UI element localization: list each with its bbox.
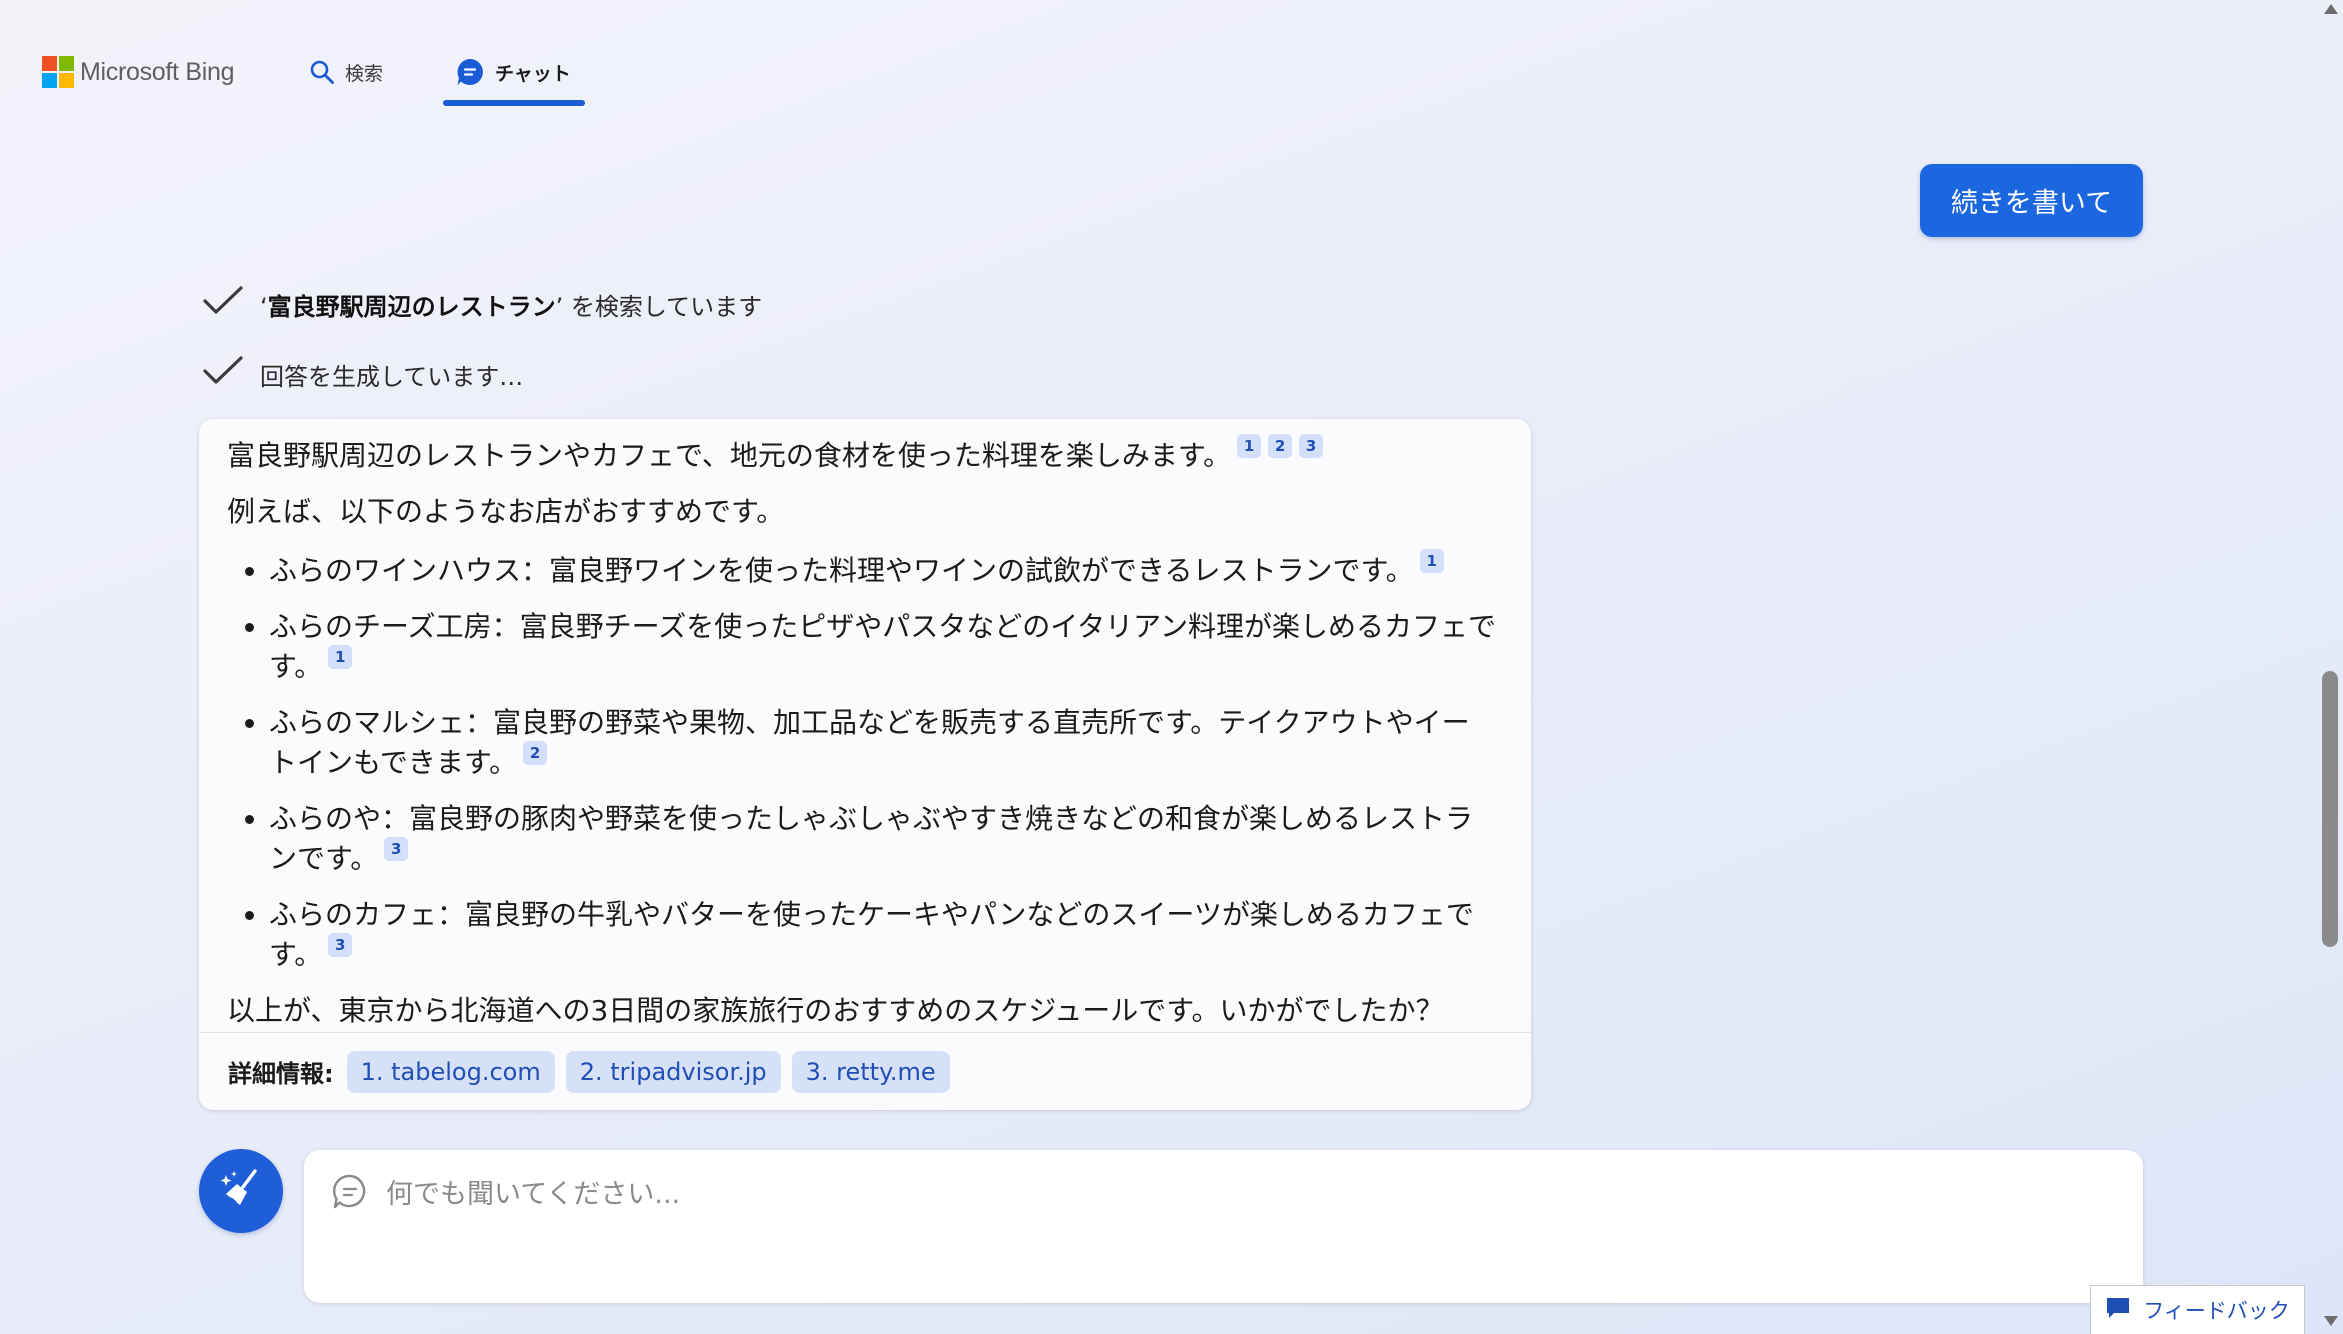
answer-body: 富良野駅周辺のレストランやカフェで、地元の食材を使った料理を楽しみます。 1 2 3 …: [199, 419, 1531, 1029]
answer-closing: 以上が、東京から北海道への3日間の家族旅行のおすすめのスケジュールです。いかがで…: [227, 994, 1444, 1027]
status-generating: 回答を生成しています…: [202, 355, 523, 393]
answer-intro: 富良野駅周辺のレストランやカフェで、地元の食材を使った料理を楽しみます。 1 2 3: [227, 434, 1497, 474]
status-generating-text: 回答を生成しています…: [260, 362, 524, 391]
checkmark-icon: [202, 285, 244, 323]
citation-badge[interactable]: 1: [328, 645, 353, 669]
recommendation-list: ふらのワインハウス：富良野ワインを使った料理やワインの試飲ができるレストランです…: [227, 549, 1497, 973]
list-item-text: ふらのカフェ：富良野の牛乳やバターを使ったケーキやパンなどのスイーツが楽しめるカ…: [269, 898, 1474, 971]
brand-name: Microsoft Bing: [80, 57, 235, 86]
list-item: ふらのマルシェ：富良野の野菜や果物、加工品などを販売する直売所です。テイクアウト…: [269, 704, 1497, 781]
bing-logo[interactable]: Microsoft Bing: [42, 55, 234, 89]
citation-badge[interactable]: 2: [1268, 434, 1293, 458]
page-scrollbar[interactable]: [2316, 0, 2343, 1334]
source-link-retty[interactable]: 3. retty.me: [791, 1050, 950, 1093]
status-searching: ‘富良野駅周辺のレストラン’ を検索しています: [202, 285, 762, 323]
search-icon: [309, 59, 335, 85]
checkmark-icon: [202, 355, 244, 393]
microsoft-logo-icon: [42, 56, 74, 88]
chat-composer[interactable]: [304, 1150, 2143, 1303]
continue-writing-button[interactable]: 続きを書いて: [1920, 164, 2143, 237]
citation-badge[interactable]: 3: [1299, 434, 1324, 458]
list-item: ふらのカフェ：富良野の牛乳やバターを使ったケーキやパンなどのスイーツが楽しめるカ…: [269, 896, 1497, 973]
feedback-icon: [2105, 1296, 2131, 1325]
list-item-text: ふらのワインハウス：富良野ワインを使った料理やワインの試飲ができるレストランです…: [269, 554, 1414, 587]
new-topic-button[interactable]: [199, 1149, 283, 1233]
citation-badge[interactable]: 2: [523, 741, 548, 765]
chat-icon: [455, 57, 485, 87]
tab-chat[interactable]: チャット: [455, 52, 571, 92]
answer-lead: 例えば、以下のようなお店がおすすめです。: [227, 495, 785, 528]
list-item: ふらのや：富良野の豚肉や野菜を使ったしゃぶしゃぶやすき焼きなどの和食が楽しめるレ…: [269, 800, 1497, 877]
searching-suffix: を検索しています: [570, 292, 763, 321]
tab-chat-label: チャット: [495, 62, 571, 85]
feedback-button[interactable]: フィードバック: [2090, 1285, 2305, 1334]
list-item: ふらのワインハウス：富良野ワインを使った料理やワインの試飲ができるレストランです…: [269, 549, 1497, 589]
feedback-label: フィードバック: [2143, 1299, 2290, 1323]
citation-badge[interactable]: 3: [328, 933, 353, 957]
scrollbar-thumb[interactable]: [2322, 671, 2338, 947]
answer-card: 富良野駅周辺のレストランやカフェで、地元の食材を使った料理を楽しみます。 1 2 3 …: [199, 419, 1531, 1110]
source-link-tripadvisor[interactable]: 2. tripadvisor.jp: [565, 1050, 781, 1093]
sources-label: 詳細情報:: [228, 1060, 334, 1088]
chat-input[interactable]: [384, 1168, 2088, 1220]
tab-search[interactable]: 検索: [309, 52, 383, 92]
list-item-text: ふらのマルシェ：富良野の野菜や果物、加工品などを販売する直売所です。テイクアウト…: [269, 706, 1470, 779]
sources-footer: 詳細情報: 1. tabelog.com 2. tripadvisor.jp 3…: [199, 1032, 1531, 1110]
chat-bubble-icon: [330, 1172, 370, 1216]
answer-intro-text: 富良野駅周辺のレストランやカフェで、地元の食材を使った料理を楽しみます。: [227, 439, 1232, 472]
tab-search-label: 検索: [345, 62, 384, 85]
list-item-text: ふらのや：富良野の豚肉や野菜を使ったしゃぶしゃぶやすき焼きなどの和食が楽しめるレ…: [269, 802, 1474, 875]
citation-badge[interactable]: 1: [1419, 549, 1444, 573]
list-item: ふらのチーズ工房：富良野チーズを使ったピザやパスタなどのイタリアン料理が楽しめる…: [269, 608, 1497, 685]
citation-badge[interactable]: 3: [384, 837, 409, 861]
status-searching-text: ‘富良野駅周辺のレストラン’ を検索しています: [260, 292, 763, 321]
search-query: 富良野駅周辺のレストラン: [267, 292, 556, 321]
citation-badge[interactable]: 1: [1237, 434, 1262, 458]
active-tab-indicator: [443, 100, 585, 106]
scroll-down-icon[interactable]: [2324, 1316, 2338, 1326]
list-item-text: ふらのチーズ工房：富良野チーズを使ったピザやパスタなどのイタリアン料理が楽しめる…: [269, 610, 1496, 683]
source-link-tabelog[interactable]: 1. tabelog.com: [346, 1050, 555, 1093]
scroll-up-icon[interactable]: [2324, 4, 2338, 14]
broom-icon: [217, 1165, 265, 1217]
